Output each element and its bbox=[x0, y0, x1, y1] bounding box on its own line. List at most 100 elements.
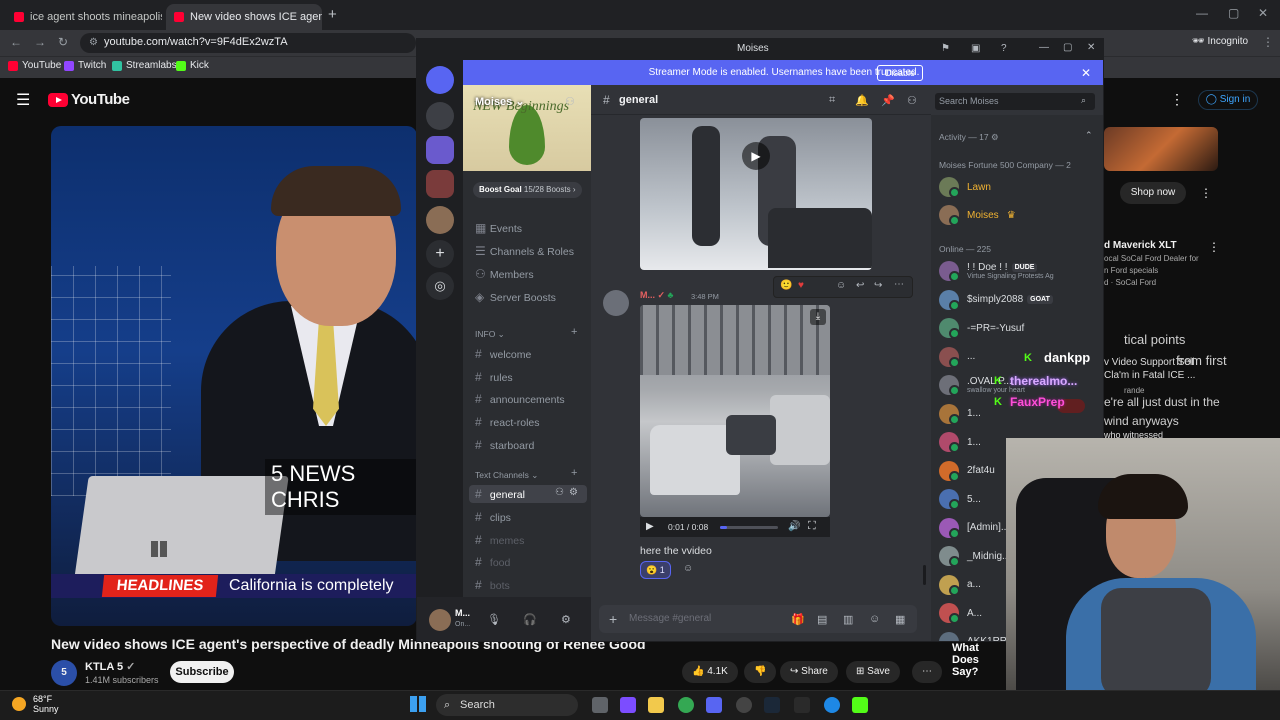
member-list-icon[interactable]: ⚇ bbox=[907, 94, 917, 107]
channel-starboard[interactable]: # starboard bbox=[475, 438, 534, 452]
channel-announcements[interactable]: # announcements bbox=[475, 392, 565, 406]
hamburger-menu-icon[interactable]: ☰ bbox=[16, 90, 30, 110]
taskbar-search[interactable]: ⌕ Search bbox=[436, 694, 578, 716]
reaction-emoji-icon[interactable]: 🙂 bbox=[780, 280, 792, 291]
notification-bell-icon[interactable]: 🔔 bbox=[855, 94, 869, 107]
video-attachment[interactable]: ▶ bbox=[640, 118, 872, 270]
site-info-icon[interactable]: ⚙ bbox=[89, 37, 98, 48]
dislike-button[interactable]: 👎 bbox=[744, 661, 777, 683]
discord-taskbar-icon[interactable] bbox=[706, 697, 722, 713]
browser-tab[interactable]: ice agent shoots mineapolis an ✕ bbox=[6, 4, 162, 30]
nav-channels-roles[interactable]: ☰ Channels & Roles bbox=[475, 244, 574, 258]
youtube-logo[interactable]: YouTube bbox=[48, 91, 130, 108]
message-author[interactable]: M... ✓ ♣ bbox=[640, 290, 673, 301]
shop-now-button[interactable]: Shop now bbox=[1120, 182, 1186, 204]
sun-icon[interactable] bbox=[12, 697, 26, 711]
member-item[interactable]: 5... bbox=[939, 488, 981, 510]
copilot-icon[interactable] bbox=[620, 697, 636, 713]
new-tab-button[interactable]: + bbox=[328, 6, 337, 23]
channel-bots[interactable]: # bots bbox=[475, 578, 510, 592]
discord-home-icon[interactable] bbox=[426, 66, 454, 94]
discover-icon[interactable]: ◎ bbox=[426, 272, 454, 300]
file-explorer-icon[interactable] bbox=[648, 697, 664, 713]
user-settings-gear-icon[interactable]: ⚙ bbox=[561, 613, 571, 626]
browser-menu-icon[interactable]: ⋮ bbox=[1262, 35, 1274, 49]
member-item[interactable]: ... bbox=[939, 346, 975, 368]
inbox-icon[interactable]: ⚑ bbox=[941, 43, 950, 54]
ad-title[interactable]: d Maverick XLT bbox=[1104, 240, 1177, 251]
forward-icon[interactable]: ↪ bbox=[874, 280, 882, 291]
share-button[interactable]: ↪ Share bbox=[780, 661, 838, 683]
like-button[interactable]: 👍 4.1K bbox=[682, 661, 738, 683]
member-item[interactable]: [Admin]... bbox=[939, 517, 1009, 539]
member-item[interactable]: -=PR=-Yusuf bbox=[939, 317, 1024, 339]
nav-server-boosts[interactable]: ◈ Server Boosts bbox=[475, 290, 556, 304]
gif-icon[interactable]: ▤ bbox=[817, 613, 827, 626]
bookmark-youtube[interactable]: YouTube bbox=[8, 60, 61, 71]
channel-food[interactable]: # food bbox=[475, 555, 510, 569]
fullscreen-icon[interactable]: ⛶ bbox=[808, 520, 816, 533]
server-icon-moises[interactable] bbox=[426, 206, 454, 234]
minimize-icon[interactable]: — bbox=[1196, 6, 1208, 20]
member-item[interactable]: A... bbox=[939, 602, 982, 624]
category-text-channels[interactable]: Text Channels ⌄ bbox=[475, 470, 538, 481]
add-reaction-icon[interactable]: ☺ bbox=[836, 280, 846, 291]
address-bar[interactable]: ⚙ youtube.com/watch?v=9F4dEx2wzTA bbox=[80, 33, 416, 53]
close-window-icon[interactable]: ✕ bbox=[1258, 6, 1268, 20]
member-item[interactable]: Moises ♛ bbox=[939, 204, 1016, 226]
pin-icon[interactable]: 📌 bbox=[881, 94, 895, 107]
server-folder-icon[interactable] bbox=[426, 136, 454, 164]
channel-welcome[interactable]: # welcome bbox=[475, 347, 531, 361]
save-button[interactable]: ⊞ Save bbox=[846, 661, 900, 683]
ad-options-icon[interactable]: ⋮ bbox=[1200, 186, 1212, 200]
volume-icon[interactable]: 🔊 bbox=[788, 521, 800, 532]
upload-plus-icon[interactable]: + bbox=[609, 611, 617, 627]
video-progress-bar[interactable] bbox=[720, 526, 778, 529]
epic-games-icon[interactable] bbox=[794, 697, 810, 713]
disable-streamer-mode-button[interactable]: Disable bbox=[877, 65, 924, 81]
task-view-icon[interactable] bbox=[592, 697, 608, 713]
recommended-title[interactable]: Cla'm in Fatal ICE ... bbox=[1104, 370, 1195, 381]
heart-icon[interactable]: ♥ bbox=[798, 280, 804, 291]
server-folder-icon[interactable] bbox=[426, 170, 454, 198]
add-channel-icon[interactable]: + bbox=[571, 467, 577, 479]
bookmark-twitch[interactable]: Twitch bbox=[64, 60, 106, 71]
apps-icon[interactable]: ▦ bbox=[895, 613, 905, 626]
reply-icon[interactable]: ↩ bbox=[856, 280, 864, 291]
collapse-chevron-icon[interactable]: ⌃ bbox=[1085, 130, 1093, 141]
bookmark-streamlabs[interactable]: Streamlabs bbox=[112, 60, 177, 71]
video-attachment[interactable]: ⤓ bbox=[640, 305, 830, 517]
member-item[interactable]: _Midnig... bbox=[939, 545, 1010, 567]
chrome-icon[interactable] bbox=[678, 697, 694, 713]
add-server-icon[interactable]: + bbox=[426, 240, 454, 268]
member-item[interactable]: AKK1RR bbox=[939, 631, 1007, 641]
maximize-icon[interactable]: ▢ bbox=[1063, 42, 1072, 53]
minimize-icon[interactable]: — bbox=[1039, 42, 1049, 53]
more-actions-button[interactable]: ⋯ bbox=[912, 661, 942, 683]
play-icon[interactable]: ▶ bbox=[646, 521, 654, 532]
maximize-icon[interactable]: ▢ bbox=[1228, 6, 1239, 20]
subscribe-button[interactable]: Subscribe bbox=[170, 661, 234, 683]
forward-icon[interactable]: → bbox=[34, 35, 46, 49]
channel-general[interactable]: # general bbox=[475, 487, 525, 501]
user-name[interactable]: M... bbox=[455, 608, 470, 618]
user-avatar[interactable] bbox=[429, 609, 451, 631]
browser-tab-active[interactable]: New video shows ICE agent's p ✕ bbox=[166, 4, 322, 30]
reload-icon[interactable]: ↻ bbox=[58, 35, 68, 49]
channel-react-roles[interactable]: # react-roles bbox=[475, 415, 540, 429]
channel-clips[interactable]: # clips bbox=[475, 510, 511, 524]
more-options-icon[interactable]: ⋮ bbox=[1170, 91, 1184, 108]
play-icon[interactable]: ▶ bbox=[742, 142, 770, 170]
add-reaction-icon[interactable]: ☺ bbox=[683, 563, 693, 574]
nav-events[interactable]: ▦ Events bbox=[475, 221, 522, 235]
reaction-pill[interactable]: 😮 1 bbox=[640, 561, 671, 579]
member-item[interactable]: ! ! Doe ! ! DUDE Virtue Signaling Protests… bbox=[939, 260, 1054, 282]
app-icon[interactable] bbox=[824, 697, 840, 713]
steam-icon[interactable] bbox=[764, 697, 780, 713]
headphones-icon[interactable]: 🎧 bbox=[523, 613, 537, 626]
emoji-icon[interactable]: ☺ bbox=[869, 613, 880, 625]
add-channel-icon[interactable]: + bbox=[571, 326, 577, 338]
bookmark-kick[interactable]: Kick bbox=[176, 60, 209, 71]
download-icon[interactable]: ⤓ bbox=[810, 309, 826, 325]
windows-start-icon[interactable] bbox=[410, 696, 426, 712]
